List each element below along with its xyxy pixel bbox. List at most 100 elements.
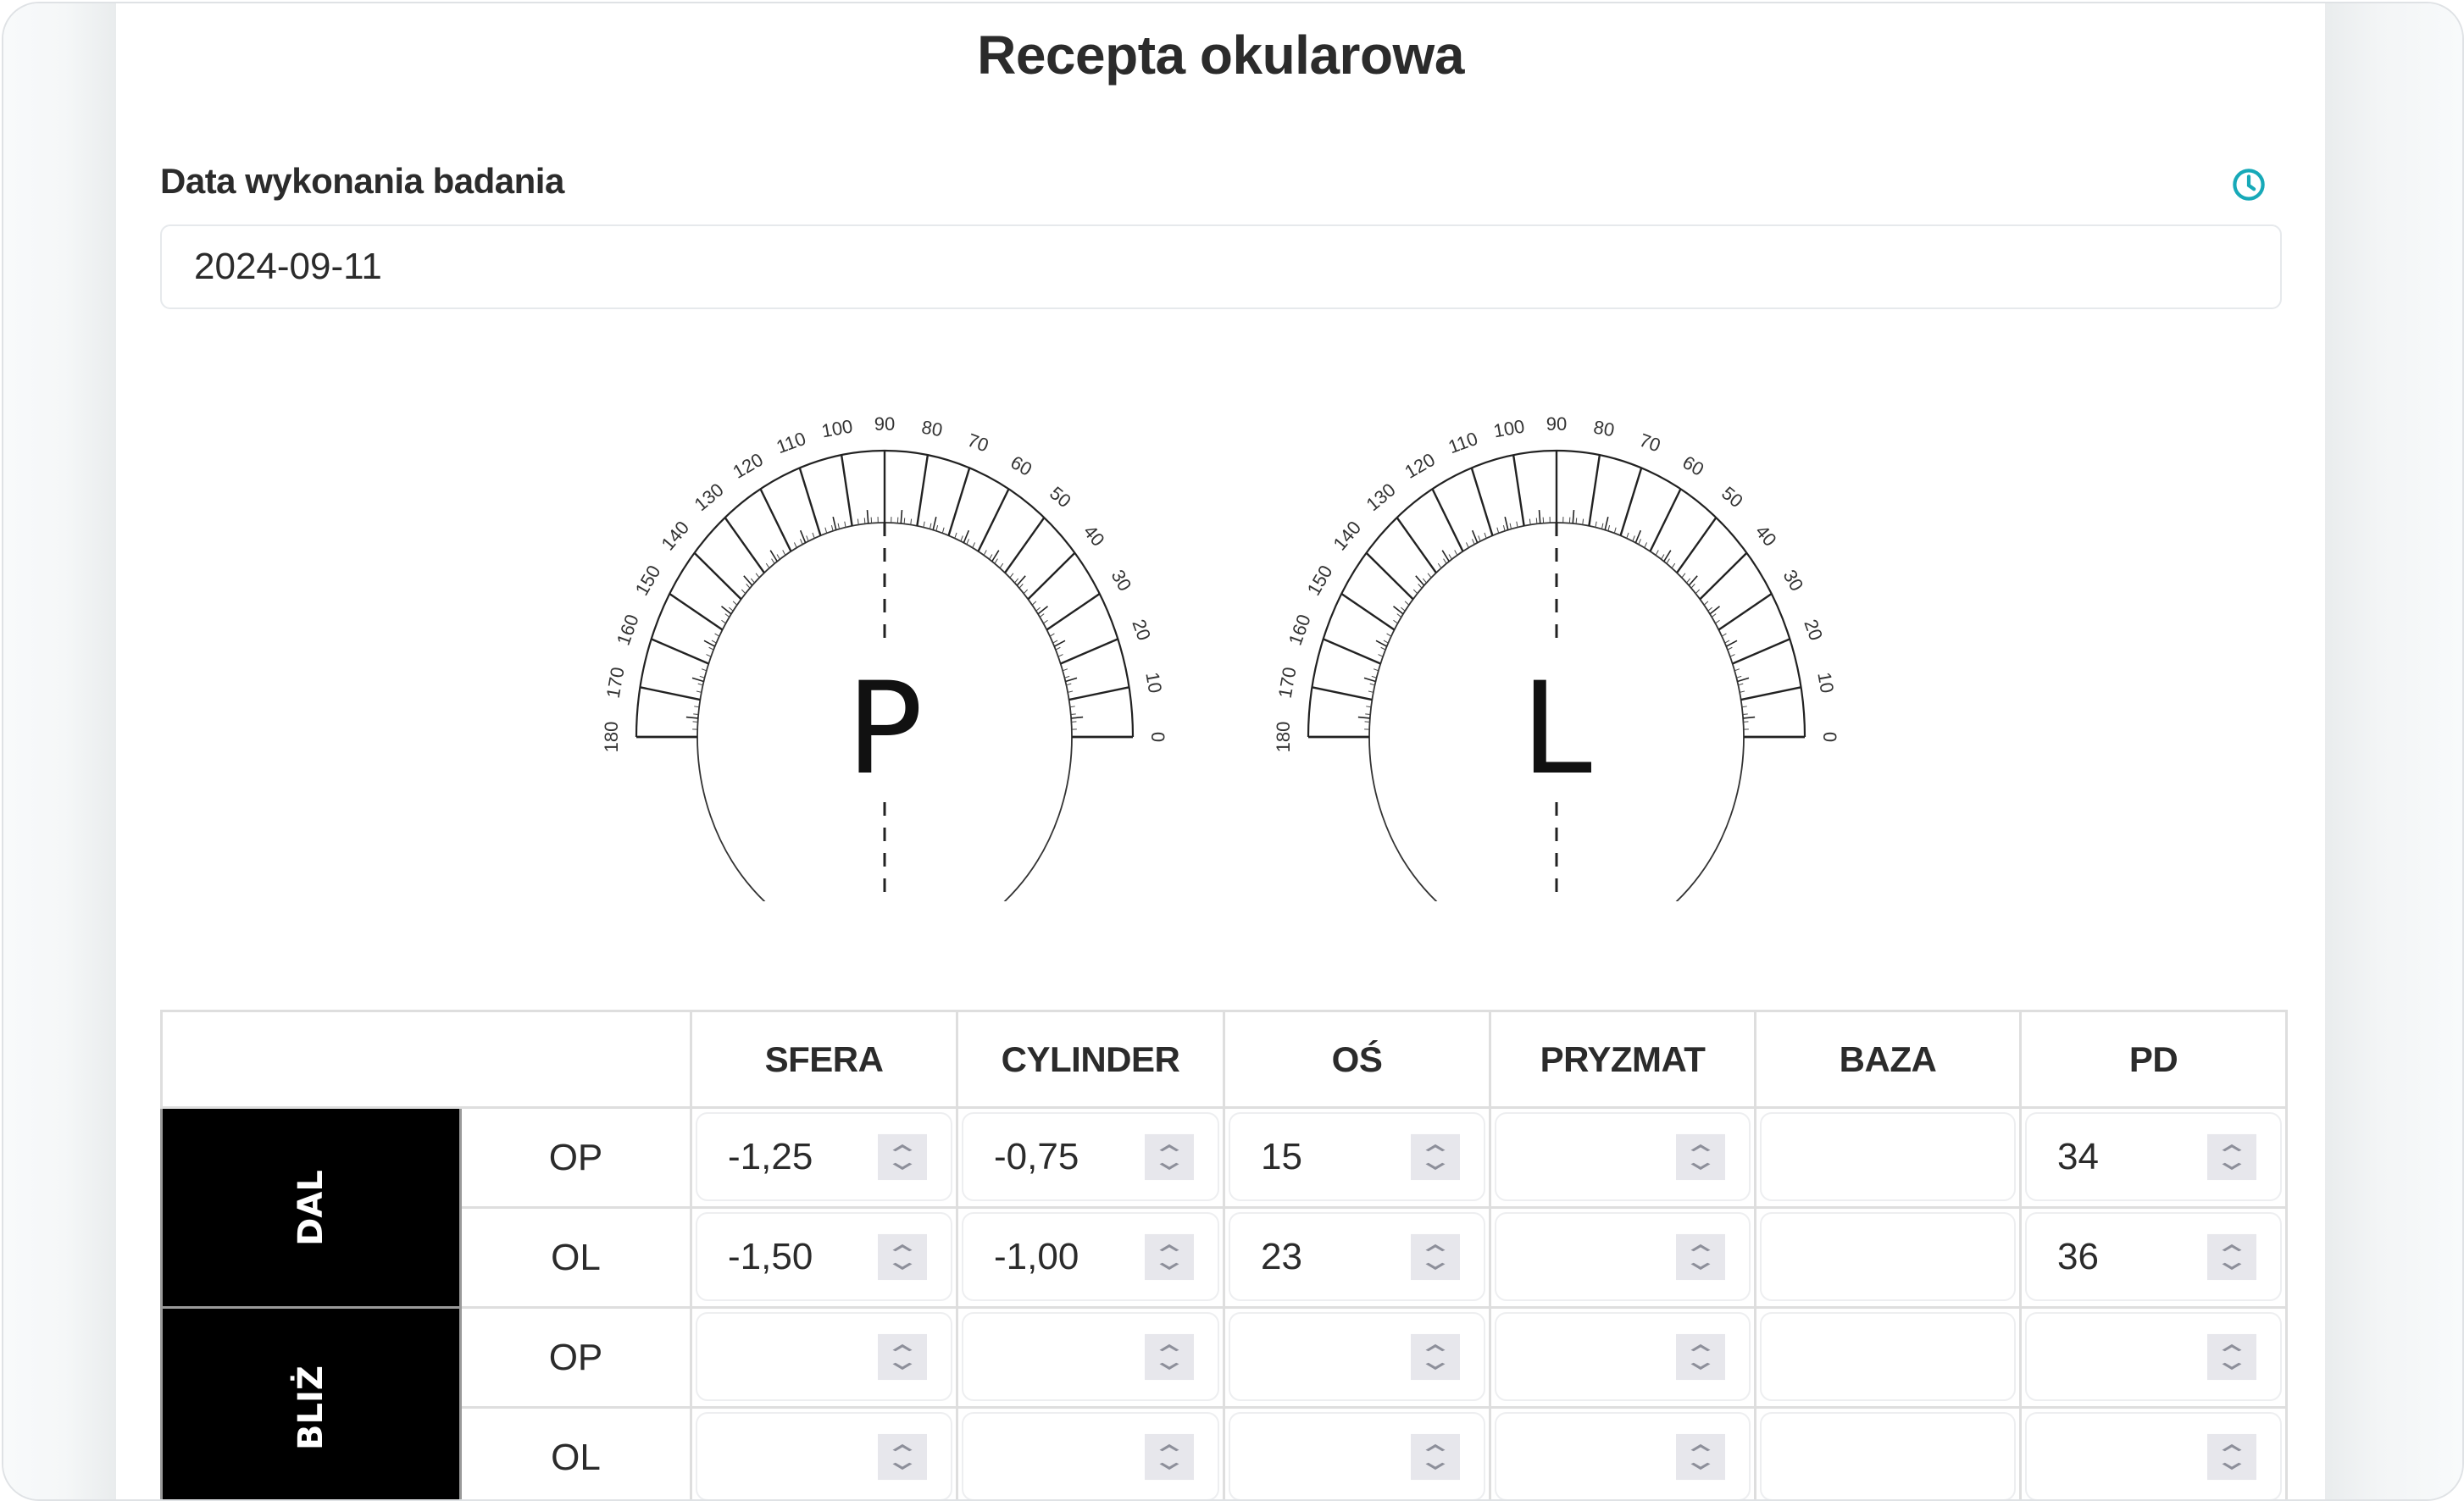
sfera-input[interactable] — [696, 1312, 952, 1401]
chevron-up-icon[interactable] — [1157, 1239, 1181, 1257]
chevron-up-icon[interactable] — [891, 1439, 914, 1457]
chevron-up-icon[interactable] — [1423, 1239, 1447, 1257]
clock-icon[interactable] — [2231, 167, 2267, 202]
chevron-down-icon[interactable] — [1157, 1257, 1181, 1275]
baza-input[interactable] — [1760, 1412, 2016, 1499]
chevron-up-icon[interactable] — [1689, 1239, 1712, 1257]
chevron-down-icon[interactable] — [1689, 1157, 1712, 1175]
chevron-up-icon[interactable] — [2220, 1339, 2244, 1357]
number-spinner[interactable] — [1676, 1433, 1725, 1480]
chevron-down-icon[interactable] — [1157, 1157, 1181, 1175]
number-spinner[interactable] — [878, 1333, 927, 1380]
pd-input[interactable] — [2025, 1312, 2282, 1401]
pryzmat-input[interactable] — [1495, 1412, 1751, 1499]
number-spinner[interactable] — [1411, 1333, 1460, 1380]
os-input[interactable] — [1229, 1312, 1485, 1401]
chevron-up-icon[interactable] — [1689, 1439, 1712, 1457]
chevron-up-icon[interactable] — [1689, 1339, 1712, 1357]
chevron-down-icon[interactable] — [891, 1157, 914, 1175]
chevron-up-icon[interactable] — [1157, 1139, 1181, 1157]
chevron-down-icon[interactable] — [2220, 1357, 2244, 1375]
chevron-up-icon[interactable] — [891, 1139, 914, 1157]
sfera-value[interactable]: -1,50 — [697, 1236, 878, 1278]
number-spinner[interactable] — [2207, 1233, 2256, 1280]
chevron-down-icon[interactable] — [2220, 1257, 2244, 1275]
exam-date-label: Data wykonania badania — [160, 161, 564, 201]
group-cell-0: DAL — [160, 1106, 462, 1309]
chevron-down-icon[interactable] — [2220, 1457, 2244, 1475]
baza-input[interactable] — [1760, 1212, 2016, 1301]
chevron-down-icon[interactable] — [1689, 1257, 1712, 1275]
chevron-down-icon[interactable] — [1423, 1257, 1447, 1275]
chevron-up-icon[interactable] — [891, 1239, 914, 1257]
scale-tick — [977, 488, 1010, 552]
scale-tick — [991, 550, 1000, 562]
pd-value[interactable]: 36 — [2027, 1236, 2207, 1278]
baza-input[interactable] — [1760, 1312, 2016, 1401]
pd-input[interactable]: 36 — [2025, 1212, 2282, 1301]
number-spinner[interactable] — [878, 1233, 927, 1280]
chevron-down-icon[interactable] — [1423, 1357, 1447, 1375]
chevron-down-icon[interactable] — [891, 1457, 914, 1475]
cylinder-input[interactable]: -0,75 — [962, 1112, 1219, 1201]
chevron-down-icon[interactable] — [1157, 1457, 1181, 1475]
chevron-down-icon[interactable] — [1423, 1457, 1447, 1475]
chevron-up-icon[interactable] — [1423, 1139, 1447, 1157]
chevron-down-icon[interactable] — [1157, 1357, 1181, 1375]
baza-input[interactable] — [1760, 1112, 2016, 1201]
number-spinner[interactable] — [1411, 1133, 1460, 1180]
chevron-down-icon[interactable] — [1689, 1357, 1712, 1375]
number-spinner[interactable] — [878, 1433, 927, 1480]
sfera-input[interactable]: -1,25 — [696, 1112, 952, 1201]
number-spinner[interactable] — [1145, 1133, 1194, 1180]
number-spinner[interactable] — [878, 1133, 927, 1180]
cylinder-value[interactable]: -0,75 — [963, 1136, 1145, 1178]
pd-input[interactable] — [2025, 1412, 2282, 1499]
number-spinner[interactable] — [2207, 1333, 2256, 1380]
exam-date-input[interactable] — [160, 224, 2282, 309]
number-spinner[interactable] — [1676, 1233, 1725, 1280]
chevron-up-icon[interactable] — [1423, 1339, 1447, 1357]
chevron-down-icon[interactable] — [2220, 1157, 2244, 1175]
sfera-value[interactable]: -1,25 — [697, 1136, 878, 1178]
sfera-input[interactable] — [696, 1412, 952, 1499]
pryzmat-input[interactable] — [1495, 1212, 1751, 1301]
sfera-input[interactable]: -1,50 — [696, 1212, 952, 1301]
number-spinner[interactable] — [1411, 1233, 1460, 1280]
chevron-up-icon[interactable] — [1689, 1139, 1712, 1157]
chevron-up-icon[interactable] — [2220, 1239, 2244, 1257]
cylinder-input[interactable]: -1,00 — [962, 1212, 1219, 1301]
window-frame: Recepta okularowa Data wykonania badania… — [2, 2, 2464, 1501]
chevron-up-icon[interactable] — [1157, 1339, 1181, 1357]
pryzmat-input[interactable] — [1495, 1112, 1751, 1201]
chevron-down-icon[interactable] — [891, 1357, 914, 1375]
os-value[interactable]: 23 — [1230, 1236, 1411, 1278]
chevron-down-icon[interactable] — [1423, 1157, 1447, 1175]
cylinder-input[interactable] — [962, 1412, 1219, 1499]
chevron-down-icon[interactable] — [1689, 1457, 1712, 1475]
chevron-up-icon[interactable] — [2220, 1139, 2244, 1157]
chevron-up-icon[interactable] — [891, 1339, 914, 1357]
number-spinner[interactable] — [1145, 1433, 1194, 1480]
pd-input[interactable]: 34 — [2025, 1112, 2282, 1201]
number-spinner[interactable] — [2207, 1133, 2256, 1180]
chevron-up-icon[interactable] — [2220, 1439, 2244, 1457]
os-input[interactable]: 15 — [1229, 1112, 1485, 1201]
os-input[interactable]: 23 — [1229, 1212, 1485, 1301]
os-value[interactable]: 15 — [1230, 1136, 1411, 1178]
chevron-down-icon[interactable] — [891, 1257, 914, 1275]
number-spinner[interactable] — [2207, 1433, 2256, 1480]
cylinder-value[interactable]: -1,00 — [963, 1236, 1145, 1278]
chevron-up-icon[interactable] — [1157, 1439, 1181, 1457]
number-spinner[interactable] — [1676, 1333, 1725, 1380]
cylinder-input[interactable] — [962, 1312, 1219, 1401]
chevron-up-icon[interactable] — [1423, 1439, 1447, 1457]
os-input[interactable] — [1229, 1412, 1485, 1499]
scale-tick — [1604, 516, 1609, 530]
number-spinner[interactable] — [1145, 1333, 1194, 1380]
pryzmat-input[interactable] — [1495, 1312, 1751, 1401]
pd-value[interactable]: 34 — [2027, 1136, 2207, 1178]
number-spinner[interactable] — [1676, 1133, 1725, 1180]
number-spinner[interactable] — [1411, 1433, 1460, 1480]
number-spinner[interactable] — [1145, 1233, 1194, 1280]
